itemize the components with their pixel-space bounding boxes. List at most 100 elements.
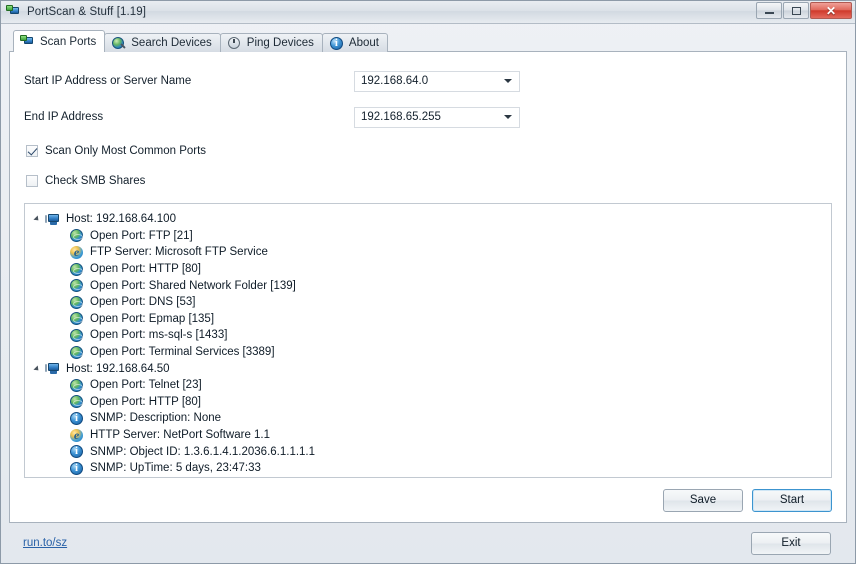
tree-item[interactable]: Open Port: ms-sql-s [1433] bbox=[25, 327, 831, 344]
start-button[interactable]: Start bbox=[752, 489, 832, 512]
start-ip-combobox[interactable]: 192.168.64.0 bbox=[354, 71, 520, 92]
tree-host-node[interactable]: Host: 192.168.64.50 bbox=[25, 360, 831, 377]
tree-item[interactable]: Open Port: HTTP [80] bbox=[25, 261, 831, 278]
tab-scan-ports[interactable]: Scan Ports bbox=[13, 30, 105, 52]
end-ip-row: End IP Address 192.168.65.255 bbox=[24, 106, 832, 128]
globe-icon bbox=[69, 228, 84, 243]
tree-item[interactable]: Open Port: Shared Network Folder [139] bbox=[25, 277, 831, 294]
tree-item-label: Open Port: FTP [21] bbox=[90, 230, 193, 242]
tab-about[interactable]: About bbox=[322, 33, 388, 52]
tree-host-label: Host: 192.168.64.100 bbox=[66, 213, 176, 225]
panel-action-buttons: Save Start bbox=[24, 478, 832, 522]
tree-item-label: SNMP: UpTime: 5 days, 23:47:33 bbox=[90, 462, 261, 474]
tab-ping-devices-label: Ping Devices bbox=[247, 37, 314, 49]
end-ip-combobox[interactable]: 192.168.65.255 bbox=[354, 107, 520, 128]
exit-button[interactable]: Exit bbox=[751, 532, 831, 555]
tree-item-label: Open Port: Shared Network Folder [139] bbox=[90, 280, 296, 292]
globe-icon bbox=[69, 328, 84, 343]
start-ip-value: 192.168.64.0 bbox=[361, 75, 504, 87]
tree-item-label: HTTP Server: NetPort Software 1.1 bbox=[90, 429, 270, 441]
browser-icon bbox=[69, 245, 84, 260]
host-monitor-icon bbox=[45, 361, 60, 376]
search-devices-icon bbox=[111, 36, 126, 51]
chevron-down-icon bbox=[504, 79, 512, 83]
tab-bar: Scan Ports Search Devices Ping Devices A… bbox=[9, 30, 847, 52]
tab-ping-devices[interactable]: Ping Devices bbox=[220, 33, 323, 52]
scan-common-ports-row[interactable]: Scan Only Most Common Ports bbox=[26, 145, 832, 157]
scan-results-tree[interactable]: Host: 192.168.64.100 Open Port: FTP [21]… bbox=[24, 203, 832, 478]
application-window: PortScan & Stuff [1.19] ✕ Scan Ports bbox=[0, 0, 856, 564]
minimize-button[interactable] bbox=[756, 2, 782, 19]
ping-devices-icon bbox=[227, 36, 242, 51]
tab-search-devices[interactable]: Search Devices bbox=[104, 33, 221, 52]
tree-item[interactable]: Open Port: Terminal Services [3389] bbox=[25, 344, 831, 361]
tree-item-label: Open Port: Telnet [23] bbox=[90, 379, 202, 391]
scan-ports-panel: Start IP Address or Server Name 192.168.… bbox=[9, 51, 847, 523]
tree-item-label: Open Port: HTTP [80] bbox=[90, 263, 201, 275]
window-controls: ✕ bbox=[755, 2, 852, 19]
check-smb-shares-checkbox[interactable] bbox=[26, 175, 38, 187]
globe-icon bbox=[69, 295, 84, 310]
globe-icon bbox=[69, 345, 84, 360]
tree-item[interactable]: HTTP Server: NetPort Software 1.1 bbox=[25, 427, 831, 444]
scan-common-ports-checkbox[interactable] bbox=[26, 145, 38, 157]
check-smb-shares-row[interactable]: Check SMB Shares bbox=[26, 175, 832, 187]
tree-item[interactable]: Open Port: HTTP [80] bbox=[25, 394, 831, 411]
website-link[interactable]: run.to/sz bbox=[23, 537, 67, 549]
info-icon bbox=[69, 411, 84, 426]
tab-about-label: About bbox=[349, 37, 379, 49]
info-icon bbox=[69, 444, 84, 459]
scan-ports-icon bbox=[20, 34, 35, 49]
globe-icon bbox=[69, 378, 84, 393]
globe-icon bbox=[69, 278, 84, 293]
tree-item[interactable]: Open Port: DNS [53] bbox=[25, 294, 831, 311]
start-ip-row: Start IP Address or Server Name 192.168.… bbox=[24, 70, 832, 92]
host-monitor-icon bbox=[45, 212, 60, 227]
title-bar: PortScan & Stuff [1.19] ✕ bbox=[1, 1, 855, 24]
start-ip-label: Start IP Address or Server Name bbox=[24, 75, 354, 87]
globe-icon bbox=[69, 262, 84, 277]
tree-item[interactable]: Open Port: Telnet [23] bbox=[25, 377, 831, 394]
tree-host-label: Host: 192.168.64.50 bbox=[66, 363, 170, 375]
check-smb-shares-label: Check SMB Shares bbox=[45, 175, 145, 187]
app-network-icon bbox=[6, 4, 22, 20]
tree-item-label: SNMP: Description: None bbox=[90, 412, 221, 424]
tree-item-label: Open Port: DNS [53] bbox=[90, 296, 195, 308]
close-button[interactable]: ✕ bbox=[810, 2, 852, 19]
scan-common-ports-label: Scan Only Most Common Ports bbox=[45, 145, 206, 157]
tree-item[interactable]: Open Port: Epmap [135] bbox=[25, 311, 831, 328]
about-icon bbox=[329, 36, 344, 51]
tree-item[interactable]: SNMP: Object ID: 1.3.6.1.4.1.2036.6.1.1.… bbox=[25, 443, 831, 460]
window-title: PortScan & Stuff [1.19] bbox=[27, 6, 146, 18]
tree-item[interactable]: SNMP: Description: None bbox=[25, 410, 831, 427]
tree-item-label: SNMP: Object ID: 1.3.6.1.4.1.2036.6.1.1.… bbox=[90, 446, 315, 458]
client-area: Scan Ports Search Devices Ping Devices A… bbox=[1, 24, 855, 563]
browser-icon bbox=[69, 428, 84, 443]
end-ip-label: End IP Address bbox=[24, 111, 354, 123]
tree-item-label: Open Port: Epmap [135] bbox=[90, 313, 214, 325]
save-button[interactable]: Save bbox=[663, 489, 743, 512]
app-icon-art bbox=[6, 5, 20, 18]
globe-icon bbox=[69, 311, 84, 326]
maximize-button[interactable] bbox=[783, 2, 809, 19]
minimize-icon bbox=[765, 12, 774, 14]
tree-item-label: Open Port: HTTP [80] bbox=[90, 396, 201, 408]
expander-icon[interactable] bbox=[33, 216, 40, 223]
tree-item-label: FTP Server: Microsoft FTP Service bbox=[90, 246, 268, 258]
tree-item[interactable]: Open Port: FTP [21] bbox=[25, 228, 831, 245]
tree-item-label: Open Port: Terminal Services [3389] bbox=[90, 346, 275, 358]
info-icon bbox=[69, 461, 84, 476]
close-icon: ✕ bbox=[826, 5, 836, 17]
end-ip-value: 192.168.65.255 bbox=[361, 111, 504, 123]
tree-host-node[interactable]: Host: 192.168.64.100 bbox=[25, 211, 831, 228]
tree-item[interactable]: SNMP: UpTime: 5 days, 23:47:33 bbox=[25, 460, 831, 477]
chevron-down-icon bbox=[504, 115, 512, 119]
tree-item[interactable]: FTP Server: Microsoft FTP Service bbox=[25, 244, 831, 261]
tree-item-label: Open Port: ms-sql-s [1433] bbox=[90, 329, 227, 341]
expander-icon[interactable] bbox=[33, 365, 40, 372]
tab-scan-ports-label: Scan Ports bbox=[40, 36, 96, 48]
maximize-icon bbox=[792, 7, 801, 15]
globe-icon bbox=[69, 394, 84, 409]
footer-bar: run.to/sz Exit bbox=[9, 523, 847, 563]
tab-search-devices-label: Search Devices bbox=[131, 37, 212, 49]
